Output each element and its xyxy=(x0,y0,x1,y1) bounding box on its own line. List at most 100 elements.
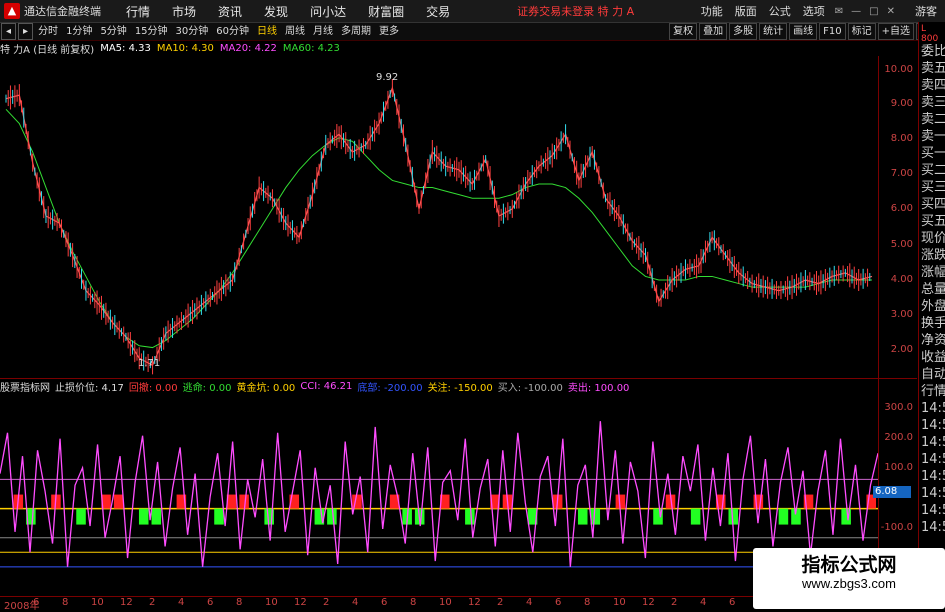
x-tick: 12 xyxy=(120,597,133,608)
x-tick: 6 xyxy=(555,597,562,608)
y-tick: 7.00 xyxy=(890,168,913,179)
f10-button[interactable]: F10 xyxy=(819,23,846,40)
x-tick: 10 xyxy=(613,597,626,608)
close-icon[interactable]: ✕ xyxy=(887,6,895,17)
sidebar-item[interactable]: 委比 xyxy=(919,44,945,61)
sidebar-item[interactable]: 买二 xyxy=(919,163,945,180)
x-tick: 10 xyxy=(439,597,452,608)
sidebar-item[interactable]: 换手 xyxy=(919,316,945,333)
signal-bar xyxy=(151,508,162,525)
period-tab-5min[interactable]: 5分钟 xyxy=(96,24,130,39)
indicator-item: CCI: 46.21 xyxy=(300,381,353,392)
sidebar-item[interactable]: 行情 xyxy=(919,384,945,401)
x-tick: 2 xyxy=(323,597,330,608)
y-tick: 6.00 xyxy=(890,203,913,214)
period-tab-daily[interactable]: 日线 xyxy=(253,24,281,39)
draw-line-button[interactable]: 画线 xyxy=(789,23,818,40)
menu-formula[interactable]: 公式 xyxy=(769,3,791,19)
period-tab-60min[interactable]: 60分钟 xyxy=(212,24,253,39)
menu-item-wenxiaoda[interactable]: 问小达 xyxy=(310,3,346,20)
signal-bar xyxy=(590,508,601,525)
menu-options[interactable]: 选项 xyxy=(803,3,825,19)
sidebar-item[interactable]: 总量 xyxy=(919,282,945,299)
multi-stock-button[interactable]: 多股 xyxy=(729,23,758,40)
watermark-title: 指标公式网 xyxy=(801,554,897,576)
minimize-icon[interactable]: — xyxy=(851,6,861,17)
sidebar-item[interactable]: 买三 xyxy=(919,180,945,197)
sidebar-item[interactable]: 14:5 xyxy=(919,435,945,452)
y-tick: 8.00 xyxy=(890,133,913,144)
sidebar-item[interactable]: 14:5 xyxy=(919,452,945,469)
menu-item-shichang[interactable]: 市场 xyxy=(172,3,196,20)
sidebar-item[interactable]: 14:5 xyxy=(919,418,945,435)
sidebar-item[interactable]: 买一 xyxy=(919,146,945,163)
sidebar-item[interactable]: 14:5 xyxy=(919,401,945,418)
restore-rights-button[interactable]: 复权 xyxy=(669,23,698,40)
sidebar-item[interactable]: 卖四 xyxy=(919,78,945,95)
menu-function[interactable]: 功能 xyxy=(701,3,723,19)
x-tick: 8 xyxy=(236,597,243,608)
x-tick: 8 xyxy=(584,597,591,608)
price-chart[interactable]: 9.92 1.71 xyxy=(0,56,878,376)
sidebar-level: L 800 xyxy=(921,24,939,44)
menu-item-jiaoyi[interactable]: 交易 xyxy=(426,3,450,20)
watermark-url: www.zbgs3.com xyxy=(802,576,896,591)
sidebar-item[interactable]: 14:5 xyxy=(919,469,945,486)
sidebar-item[interactable]: 外盘 xyxy=(919,299,945,316)
add-watchlist-button[interactable]: +自选 xyxy=(877,23,914,40)
sidebar-item[interactable]: 14:5 xyxy=(919,520,945,537)
sidebar-item[interactable]: 卖三 xyxy=(919,95,945,112)
indicator-chart[interactable] xyxy=(0,392,878,596)
x-tick: 12 xyxy=(294,597,307,608)
sidebar-item[interactable]: 14:5 xyxy=(919,503,945,520)
mark-button[interactable]: 标记 xyxy=(847,23,876,40)
forward-icon[interactable]: ▸ xyxy=(18,23,34,40)
overlay-button[interactable]: 叠加 xyxy=(699,23,728,40)
y-tick: 2.00 xyxy=(890,344,913,355)
sidebar-item[interactable]: 14:5 xyxy=(919,486,945,503)
watermark: 指标公式网 www.zbgs3.com xyxy=(753,548,945,609)
maximize-icon[interactable]: □ xyxy=(869,6,878,17)
back-icon[interactable]: ◂ xyxy=(1,23,17,40)
period-tab-weekly[interactable]: 周线 xyxy=(281,24,309,39)
sidebar-item[interactable]: 现价 xyxy=(919,231,945,248)
sidebar-item[interactable]: 收益 xyxy=(919,350,945,367)
ma5-value: MA5: 4.33 xyxy=(100,42,151,54)
sidebar-item[interactable]: 涨跌 xyxy=(919,248,945,265)
x-tick: 6 xyxy=(207,597,214,608)
x-tick: 4 xyxy=(352,597,359,608)
sidebar-item[interactable]: 卖二 xyxy=(919,112,945,129)
menu-item-caifuquan[interactable]: 财富圈 xyxy=(368,3,404,20)
menu-right: 功能 版面 公式 选项 ✉ — □ ✕ 游客 xyxy=(695,0,945,22)
x-tick: 2 xyxy=(671,597,678,608)
period-tab-30min[interactable]: 30分钟 xyxy=(172,24,213,39)
period-tab-multi[interactable]: 多周期 xyxy=(337,24,375,39)
guest-label[interactable]: 游客 xyxy=(915,3,937,19)
period-tab-monthly[interactable]: 月线 xyxy=(309,24,337,39)
sidebar-item[interactable]: 自动 xyxy=(919,367,945,384)
app-logo-icon: ▲ xyxy=(4,3,20,19)
mail-icon[interactable]: ✉ xyxy=(835,6,843,17)
signal-bar xyxy=(778,508,789,525)
menu-item-zixun[interactable]: 资讯 xyxy=(218,3,242,20)
sidebar-item[interactable]: 买四 xyxy=(919,197,945,214)
period-tab-15min[interactable]: 15分钟 xyxy=(131,24,172,39)
chart-tools: 复权 叠加 多股 统计 画线 F10 标记 +自选 返回 xyxy=(668,23,945,40)
period-tab-fenshi[interactable]: 分时 xyxy=(34,24,62,39)
sidebar-item[interactable]: 卖五 xyxy=(919,61,945,78)
stats-button[interactable]: 统计 xyxy=(759,23,788,40)
sidebar-item[interactable]: 买五 xyxy=(919,214,945,231)
y-tick: 300.0 xyxy=(884,402,913,413)
menu-layout[interactable]: 版面 xyxy=(735,3,757,19)
sidebar-item[interactable]: 卖一 xyxy=(919,129,945,146)
login-alert[interactable]: 证券交易未登录 特 力 A xyxy=(517,3,634,19)
period-tab-1min[interactable]: 1分钟 xyxy=(62,24,96,39)
x-tick: 6 xyxy=(381,597,388,608)
x-tick: 10 xyxy=(265,597,278,608)
menu-item-hangqing[interactable]: 行情 xyxy=(126,3,150,20)
ma10-value: MA10: 4.30 xyxy=(156,42,214,54)
menu-item-faxian[interactable]: 发现 xyxy=(264,3,288,20)
sidebar-item[interactable]: 净资 xyxy=(919,333,945,350)
period-tab-more[interactable]: 更多 xyxy=(375,24,403,39)
sidebar-item[interactable]: 涨幅 xyxy=(919,265,945,282)
